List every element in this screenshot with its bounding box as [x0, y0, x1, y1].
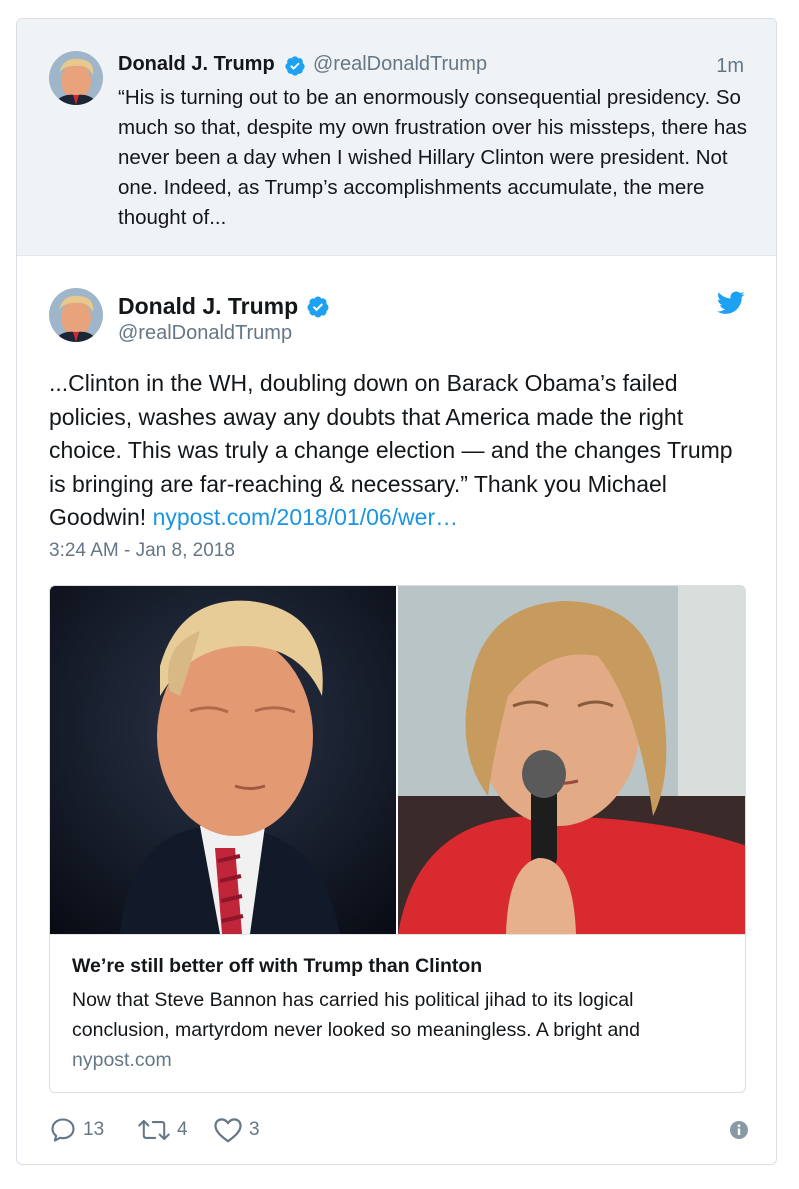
parent-tweet-text: “His is turning out to be an enormously … — [118, 86, 747, 229]
info-icon[interactable] — [729, 1120, 749, 1140]
link-card-title[interactable]: We’re still better off with Trump than C… — [72, 955, 482, 978]
embedded-tweet-card: Donald J. Trump @realDonaldTrump 1m “His… — [16, 18, 777, 1165]
main-tweet-text: ...Clinton in the WH, doubling down on B… — [49, 367, 749, 535]
tweet-actions: 13 4 3 — [49, 1115, 749, 1145]
heart-icon — [214, 1118, 242, 1143]
link-card-description: Now that Steve Bannon has carried his po… — [72, 989, 640, 1041]
retweet-count: 4 — [177, 1119, 188, 1140]
retweet-icon — [138, 1119, 170, 1141]
link-preview-image — [50, 586, 745, 935]
main-author-name[interactable]: Donald J. Trump — [118, 293, 298, 320]
link-card-domain: nypost.com — [72, 1049, 172, 1071]
link-preview-card[interactable]: We’re still better off with Trump than C… — [49, 585, 746, 1093]
trump-photo — [50, 586, 396, 934]
like-count: 3 — [249, 1119, 260, 1140]
parent-tweet[interactable]: Donald J. Trump @realDonaldTrump 1m “His… — [17, 19, 776, 256]
retweet-button[interactable]: 4 — [137, 1115, 188, 1145]
reply-button[interactable]: 13 — [49, 1115, 104, 1145]
verified-badge-icon — [307, 296, 329, 318]
tweet-link[interactable]: nypost.com/2018/01/06/wer… — [153, 504, 459, 530]
main-author-handle[interactable]: @realDonaldTrump — [118, 322, 292, 345]
parent-tweet-time[interactable]: 1m — [716, 55, 744, 78]
like-button[interactable]: 3 — [213, 1115, 260, 1145]
avatar[interactable] — [49, 51, 103, 105]
tweet-timestamp[interactable]: 3:24 AM - Jan 8, 2018 — [49, 540, 235, 562]
twitter-bird-icon[interactable] — [717, 291, 745, 315]
parent-author-handle[interactable]: @realDonaldTrump — [313, 53, 487, 76]
clinton-photo — [398, 586, 745, 934]
reply-count: 13 — [83, 1119, 105, 1140]
verified-badge-icon — [285, 56, 305, 76]
reply-icon — [51, 1118, 75, 1142]
parent-author-name[interactable]: Donald J. Trump — [118, 53, 275, 76]
avatar[interactable] — [49, 288, 103, 342]
